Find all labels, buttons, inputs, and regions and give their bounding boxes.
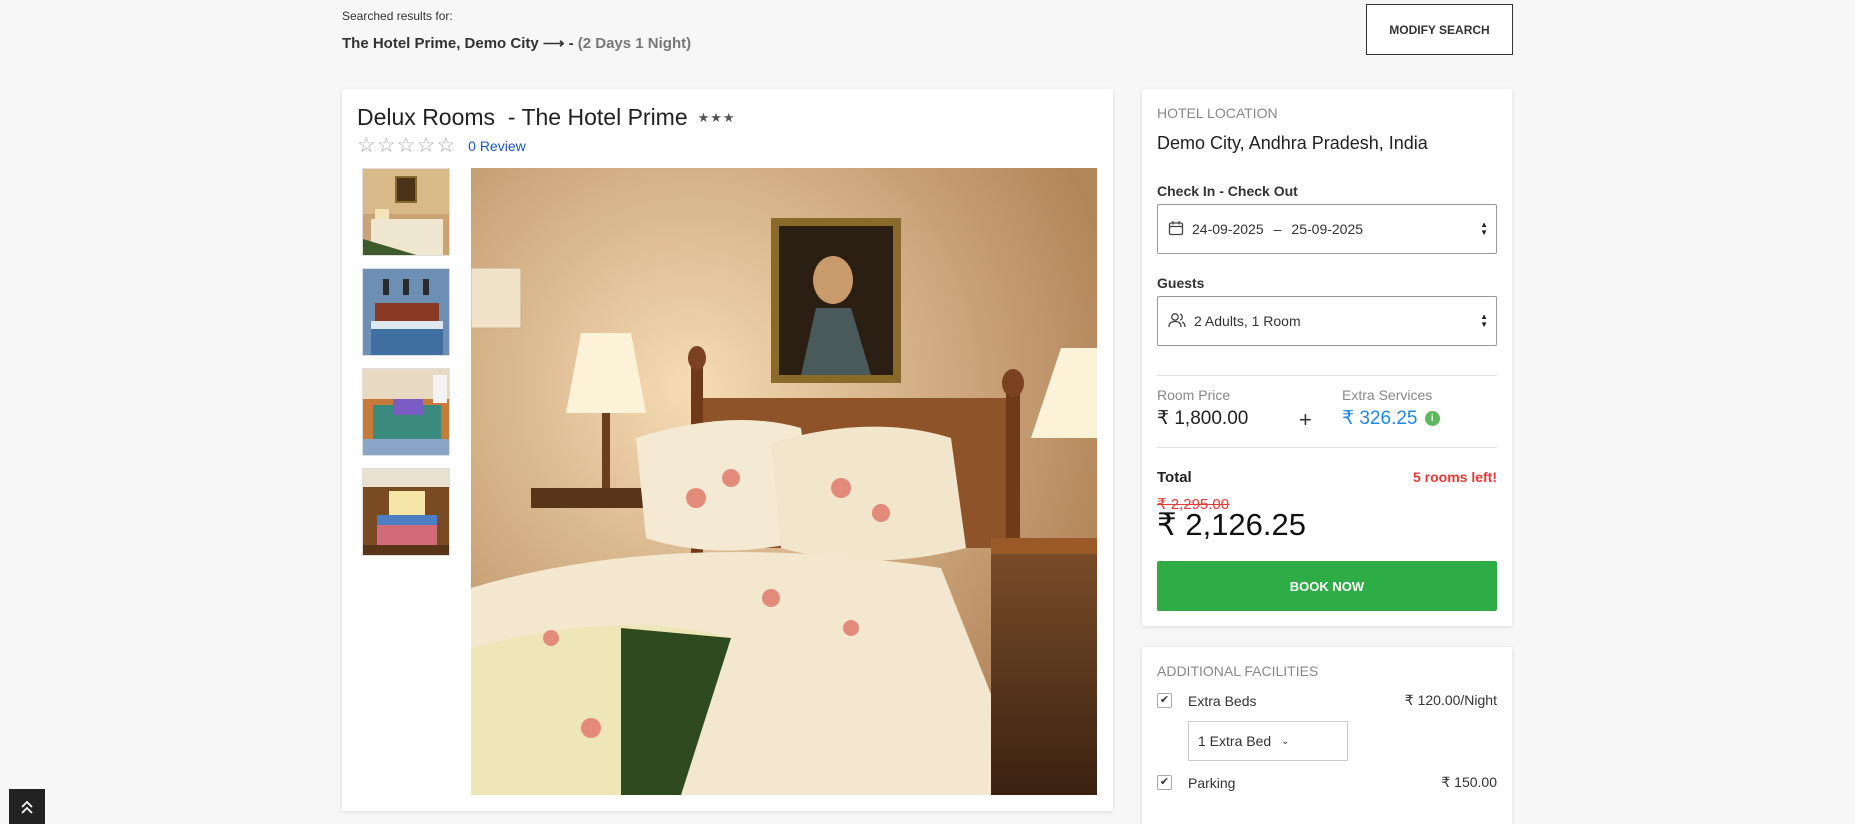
search-label: Searched results for: — [342, 9, 453, 23]
rating-row: ☆ ☆ ☆ ☆ ☆ 0 Review — [357, 135, 526, 156]
info-icon[interactable]: i — [1424, 411, 1440, 427]
facility-extra-beds: ✔ Extra Beds ₹ 120.00/Night — [1157, 692, 1497, 709]
facility-name: Parking — [1188, 774, 1236, 791]
total-label: Total — [1157, 469, 1192, 486]
hotel-location-heading: HOTEL LOCATION — [1157, 105, 1278, 121]
star-empty-icon[interactable]: ☆ — [436, 135, 455, 156]
search-query: The Hotel Prime, Demo City ⟶ - (2 Days 1… — [342, 34, 691, 52]
additional-facilities-card: ADDITIONAL FACILITIES ✔ Extra Beds ₹ 120… — [1142, 647, 1512, 824]
guests-select[interactable]: 2 Adults, 1 Room ▲ ▼ — [1157, 296, 1497, 346]
scroll-to-top-button[interactable] — [9, 789, 45, 824]
facility-price: ₹ 150.00 — [1441, 774, 1497, 790]
search-summary: Searched results for: The Hotel Prime, D… — [342, 9, 691, 52]
calendar-icon — [1168, 220, 1184, 239]
room-price: ₹ 1,800.00 — [1157, 408, 1249, 429]
thumbnail-2[interactable] — [362, 268, 450, 356]
extra-services-amount: ₹ 326.25 — [1342, 408, 1418, 429]
double-chevron-up-icon — [21, 800, 33, 814]
check-out-date: 25-09-2025 — [1291, 221, 1364, 237]
parking-checkbox[interactable]: ✔ — [1157, 775, 1172, 790]
extra-services-label: Extra Services — [1342, 387, 1433, 403]
dates-label: Check In - Check Out — [1157, 183, 1298, 199]
search-separator: - — [568, 35, 574, 52]
facility-parking: ✔ Parking ₹ 150.00 — [1157, 774, 1497, 791]
extra-bed-select[interactable]: 1 Extra Bed ⌄ — [1188, 721, 1348, 761]
divider — [1157, 447, 1497, 448]
date-range-picker[interactable]: 24-09-2025 – 25-09-2025 ▲ ▼ — [1157, 204, 1497, 254]
star-empty-icon[interactable]: ☆ — [416, 135, 435, 156]
guests-label: Guests — [1157, 275, 1205, 291]
star-empty-icon[interactable]: ☆ — [377, 135, 396, 156]
facility-price: ₹ 120.00/Night — [1404, 692, 1497, 708]
room-title: Delux Rooms - The Hotel Prime ★★★ — [357, 104, 736, 131]
search-duration: (2 Days 1 Night) — [577, 35, 692, 52]
thumbnail-3[interactable] — [362, 368, 450, 456]
divider — [1157, 375, 1497, 376]
date-separator: – — [1273, 221, 1282, 237]
modify-search-button[interactable]: MODIFY SEARCH — [1366, 4, 1513, 55]
facility-name: Extra Beds — [1188, 692, 1257, 709]
hotel-location: Demo City, Andhra Pradesh, India — [1157, 133, 1428, 153]
thumbnail-gallery — [362, 168, 450, 568]
discounted-total: ₹ 2,126.25 — [1157, 507, 1307, 542]
select-arrows-icon: ▲ ▼ — [1480, 312, 1488, 329]
star-empty-icon[interactable]: ☆ — [397, 135, 416, 156]
select-arrows-icon: ▲ ▼ — [1480, 220, 1488, 237]
search-query-text: The Hotel Prime, Demo City — [342, 35, 539, 52]
users-icon — [1168, 312, 1186, 331]
check-in-date: 24-09-2025 — [1192, 221, 1264, 237]
facilities-heading: ADDITIONAL FACILITIES — [1157, 663, 1319, 679]
room-details-card: Delux Rooms - The Hotel Prime ★★★ ☆ ☆ ☆ … — [342, 89, 1113, 811]
room-price-label: Room Price — [1157, 387, 1231, 403]
guests-value: 2 Adults, 1 Room — [1194, 313, 1301, 329]
chevron-down-icon: ⌄ — [1281, 735, 1290, 747]
extra-beds-checkbox[interactable]: ✔ — [1157, 693, 1172, 708]
thumbnail-4[interactable] — [362, 468, 450, 556]
hotel-stars-icon: ★★★ — [697, 109, 736, 125]
star-empty-icon[interactable]: ☆ — [357, 135, 376, 156]
rooms-left-badge: 5 rooms left! — [1412, 469, 1497, 485]
extra-bed-option: 1 Extra Bed — [1198, 733, 1272, 749]
arrow-right-icon: ⟶ — [542, 35, 565, 52]
booking-card: HOTEL LOCATION Demo City, Andhra Pradesh… — [1142, 89, 1512, 626]
extra-services-price: ₹ 326.25 i — [1342, 407, 1440, 430]
room-title-text: Delux Rooms - The Hotel Prime — [357, 104, 688, 130]
main-room-photo — [471, 168, 1097, 795]
plus-sign: + — [1299, 407, 1312, 432]
review-link[interactable]: 0 Review — [468, 138, 526, 154]
book-now-button[interactable]: BOOK NOW — [1157, 561, 1497, 611]
thumbnail-1[interactable] — [362, 168, 450, 256]
